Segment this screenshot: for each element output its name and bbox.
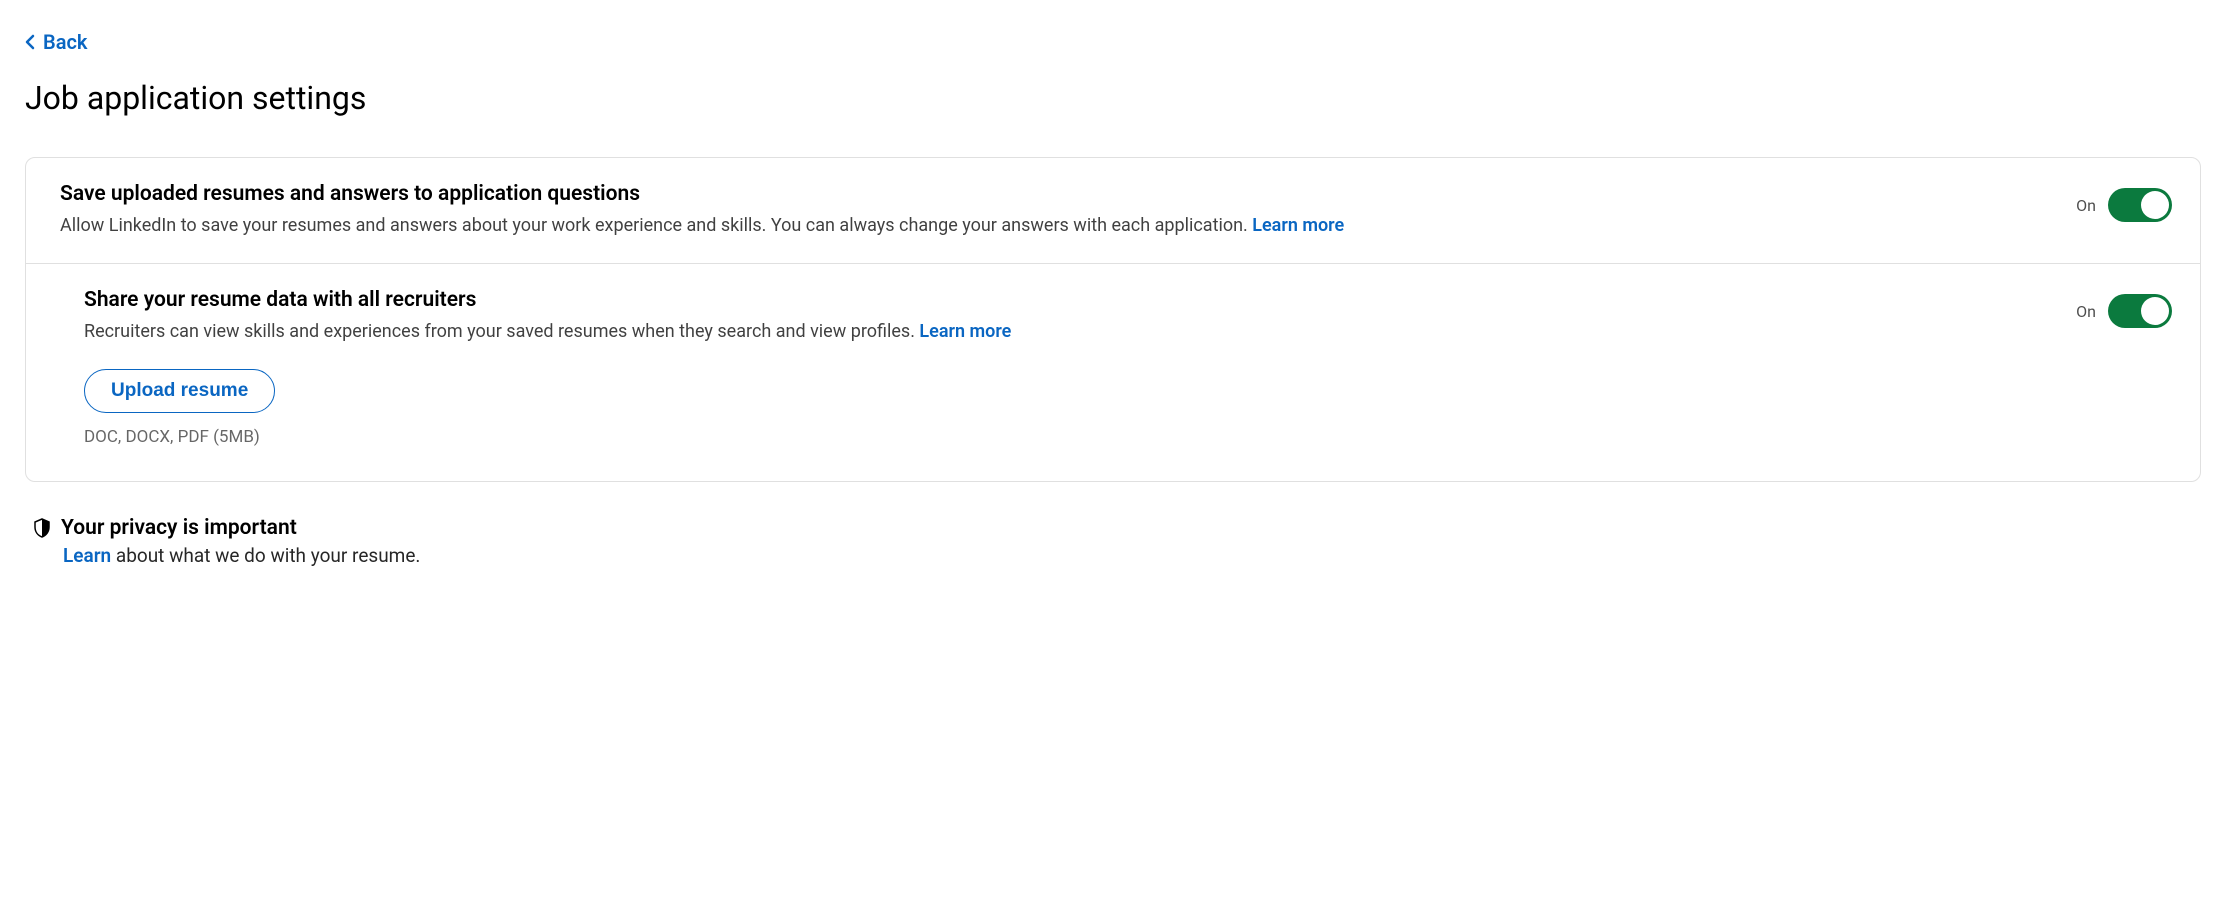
upload-resume-button[interactable]: Upload resume [84, 369, 275, 413]
privacy-header: Your privacy is important [33, 516, 2201, 540]
settings-card: Save uploaded resumes and answers to app… [25, 157, 2201, 482]
toggle-state-label: On [2076, 302, 2096, 321]
toggle-knob [2141, 297, 2169, 325]
setting-save-resumes-title: Save uploaded resumes and answers to app… [60, 182, 2036, 206]
toggle-knob [2141, 191, 2169, 219]
back-label: Back [43, 30, 87, 54]
setting-share-resume: Share your resume data with all recruite… [26, 264, 2200, 481]
privacy-block: Your privacy is important Learn about wh… [25, 516, 2201, 567]
setting-share-resume-title: Share your resume data with all recruite… [84, 288, 2036, 312]
privacy-rest-text: about what we do with your resume. [111, 544, 420, 567]
learn-more-link[interactable]: Learn more [919, 321, 1011, 342]
privacy-title: Your privacy is important [61, 516, 297, 540]
learn-more-link[interactable]: Learn more [1252, 215, 1344, 236]
toggle-share-resume[interactable] [2108, 294, 2172, 328]
toggle-state-label: On [2076, 196, 2096, 215]
setting-share-resume-control: On [2076, 288, 2172, 328]
privacy-text: Learn about what we do with your resume. [33, 544, 2201, 567]
setting-share-resume-desc: Recruiters can view skills and experienc… [84, 318, 2036, 345]
setting-save-resumes-control: On [2076, 182, 2172, 222]
toggle-save-resumes[interactable] [2108, 188, 2172, 222]
privacy-learn-link[interactable]: Learn [63, 544, 111, 567]
back-link[interactable]: Back [25, 30, 87, 54]
setting-save-resumes-desc-text: Allow LinkedIn to save your resumes and … [60, 215, 1252, 236]
setting-share-resume-desc-text: Recruiters can view skills and experienc… [84, 321, 919, 342]
setting-save-resumes-desc: Allow LinkedIn to save your resumes and … [60, 212, 2036, 239]
upload-hint: DOC, DOCX, PDF (5MB) [84, 427, 2036, 447]
shield-icon [33, 518, 51, 538]
setting-save-resumes-text: Save uploaded resumes and answers to app… [60, 182, 2076, 239]
chevron-left-icon [25, 34, 35, 50]
page-title: Job application settings [25, 79, 2201, 117]
setting-save-resumes: Save uploaded resumes and answers to app… [26, 158, 2200, 263]
setting-share-resume-text: Share your resume data with all recruite… [84, 288, 2076, 447]
